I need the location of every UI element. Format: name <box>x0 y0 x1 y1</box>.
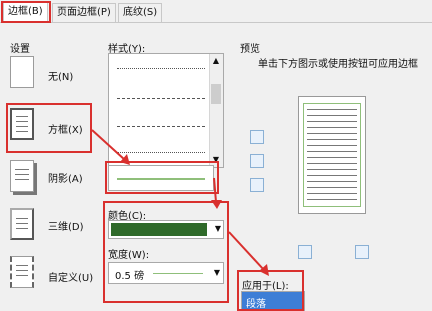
annotation-arrows <box>91 129 269 276</box>
